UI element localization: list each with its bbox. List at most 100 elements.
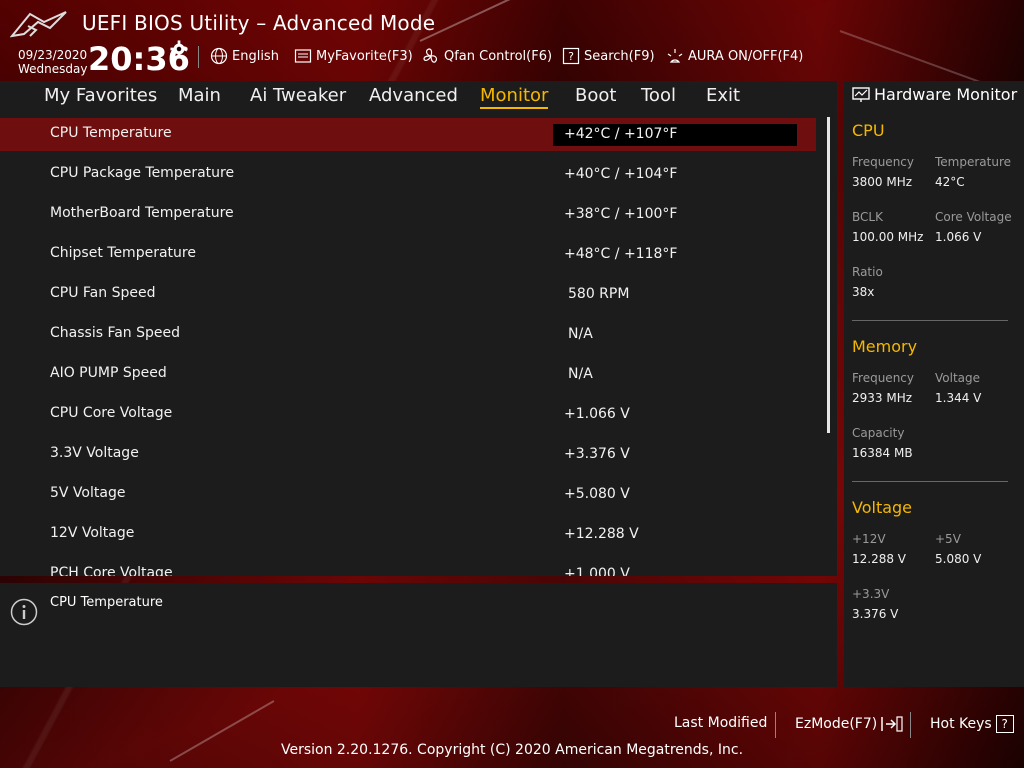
memory-voltage-value: 1.344 V	[935, 391, 982, 405]
monitor-screen-icon	[852, 86, 870, 102]
memory-capacity-value: 16384 MB	[852, 446, 913, 460]
cpu-heading: CPU	[852, 121, 885, 140]
monitor-row-chipset-temperature[interactable]: Chipset Temperature +48°C / +118°F	[0, 238, 816, 271]
qfan-control-button[interactable]: Qfan Control(F6)	[422, 47, 552, 65]
row-value: +5.080 V	[564, 486, 630, 502]
v33-label: +3.3V	[852, 587, 890, 601]
row-value: +1.066 V	[564, 406, 630, 422]
fan-icon	[423, 48, 437, 63]
monitor-list-panel: CPU Temperature +42°C / +107°F CPU Packa…	[0, 111, 837, 576]
tab-advanced[interactable]: Advanced	[369, 85, 458, 106]
row-value: +40°C / +104°F	[564, 166, 678, 182]
monitor-row-cpu-temperature[interactable]: CPU Temperature +42°C / +107°F	[0, 118, 816, 151]
cpu-temperature-label: Temperature	[935, 155, 1012, 169]
row-label: CPU Package Temperature	[50, 165, 235, 181]
svg-text:?: ?	[568, 50, 574, 63]
exit-arrow-icon	[881, 716, 903, 732]
tab-my-favorites[interactable]: My Favorites	[44, 85, 157, 106]
date-text: 09/23/2020	[18, 48, 88, 62]
qfan-label: Qfan Control(F6)	[444, 48, 553, 64]
section-divider	[852, 481, 1008, 482]
monitor-row-12v-voltage[interactable]: 12V Voltage +12.288 V	[0, 518, 816, 551]
header-divider	[198, 46, 199, 68]
memory-heading: Memory	[852, 337, 918, 356]
row-label: CPU Temperature	[50, 125, 172, 141]
row-value: +1.000 V	[564, 566, 630, 576]
row-value: +48°C / +118°F	[564, 246, 678, 262]
cpu-temperature-value: 42°C	[935, 175, 965, 189]
row-value: +38°C / +100°F	[564, 206, 678, 222]
memory-voltage-label: Voltage	[935, 371, 981, 385]
cpu-frequency-label: Frequency	[852, 155, 914, 169]
core-voltage-label: Core Voltage	[935, 210, 1012, 224]
list-scrollbar[interactable]	[827, 117, 830, 433]
copyright-text: Version 2.20.1276. Copyright (C) 2020 Am…	[280, 742, 744, 758]
row-label: CPU Fan Speed	[50, 285, 156, 301]
myfavorite-button[interactable]: MyFavorite(F3)	[294, 47, 413, 65]
tab-main[interactable]: Main	[178, 85, 221, 106]
aura-toggle-button[interactable]: AURA ON/OFF(F4)	[666, 47, 803, 65]
aura-light-icon	[667, 49, 683, 63]
monitor-row-pch-core-voltage[interactable]: PCH Core Voltage +1.000 V	[0, 558, 816, 576]
monitor-row-3v3-voltage[interactable]: 3.3V Voltage +3.376 V	[0, 438, 816, 471]
row-value: +12.288 V	[564, 526, 639, 542]
weekday-text: Wednesday	[18, 62, 88, 76]
tab-ai-tweaker[interactable]: Ai Tweaker	[250, 85, 346, 106]
section-divider	[852, 320, 1008, 321]
language-label: English	[232, 48, 279, 64]
bclk-label: BCLK	[852, 210, 883, 224]
help-description: CPU Temperature	[50, 595, 163, 610]
row-label: 12V Voltage	[50, 525, 135, 541]
row-label: MotherBoard Temperature	[50, 205, 234, 221]
globe-icon	[210, 47, 228, 65]
core-voltage-value: 1.066 V	[935, 230, 982, 244]
ezmode-button[interactable]: EzMode(F7)	[795, 715, 903, 733]
ratio-value: 38x	[852, 285, 875, 299]
tab-tool[interactable]: Tool	[641, 85, 676, 106]
ezmode-label: EzMode(F7)	[795, 716, 878, 732]
row-label: PCH Core Voltage	[50, 565, 173, 576]
hardware-monitor-label: Hardware Monitor	[874, 85, 1018, 104]
ratio-label: Ratio	[852, 265, 883, 279]
memory-frequency-value: 2933 MHz	[852, 391, 913, 405]
search-button[interactable]: ? Search(F9)	[562, 47, 655, 65]
tab-boot[interactable]: Boot	[575, 85, 616, 106]
monitor-row-cpu-fan-speed[interactable]: CPU Fan Speed 580 RPM	[0, 278, 816, 311]
row-value: N/A	[568, 366, 593, 382]
row-label: Chassis Fan Speed	[50, 325, 181, 341]
memory-frequency-label: Frequency	[852, 371, 914, 385]
last-modified-button[interactable]: Last Modified	[674, 715, 767, 731]
v12-value: 12.288 V	[852, 552, 907, 566]
monitor-row-chassis-fan-speed[interactable]: Chassis Fan Speed N/A	[0, 318, 816, 351]
row-value: +42°C / +107°F	[564, 126, 678, 142]
monitor-row-5v-voltage[interactable]: 5V Voltage +5.080 V	[0, 478, 816, 511]
monitor-row-cpu-core-voltage[interactable]: CPU Core Voltage +1.066 V	[0, 398, 816, 431]
search-label: Search(F9)	[584, 48, 655, 64]
date-display: 09/23/2020 Wednesday	[18, 48, 87, 76]
footer-divider	[775, 712, 776, 738]
row-label: CPU Core Voltage	[50, 405, 173, 421]
gear-icon[interactable]	[170, 40, 188, 58]
row-label: 3.3V Voltage	[50, 445, 139, 461]
row-value: +3.376 V	[564, 446, 630, 462]
row-label: 5V Voltage	[50, 485, 126, 501]
myfavorite-label: MyFavorite(F3)	[316, 48, 413, 64]
monitor-row-aio-pump-speed[interactable]: AIO PUMP Speed N/A	[0, 358, 816, 391]
v12-label: +12V	[852, 532, 886, 546]
tab-monitor[interactable]: Monitor	[480, 85, 549, 109]
last-modified-label: Last Modified	[674, 715, 768, 731]
tab-exit[interactable]: Exit	[706, 85, 740, 106]
row-value: N/A	[568, 326, 593, 342]
v33-value: 3.376 V	[852, 607, 899, 621]
row-label: Chipset Temperature	[50, 245, 196, 261]
memory-capacity-label: Capacity	[852, 426, 905, 440]
v5-label: +5V	[935, 532, 961, 546]
app-title: UEFI BIOS Utility – Advanced Mode	[82, 11, 436, 35]
language-button[interactable]: English	[210, 47, 279, 65]
hot-keys-button[interactable]: Hot Keys ?	[930, 715, 1014, 733]
voltage-heading: Voltage	[852, 498, 913, 517]
monitor-row-motherboard-temperature[interactable]: MotherBoard Temperature +38°C / +100°F	[0, 198, 816, 231]
monitor-row-cpu-package-temperature[interactable]: CPU Package Temperature +40°C / +104°F	[0, 158, 816, 191]
footer-divider	[910, 712, 911, 738]
row-value: 580 RPM	[568, 286, 630, 302]
